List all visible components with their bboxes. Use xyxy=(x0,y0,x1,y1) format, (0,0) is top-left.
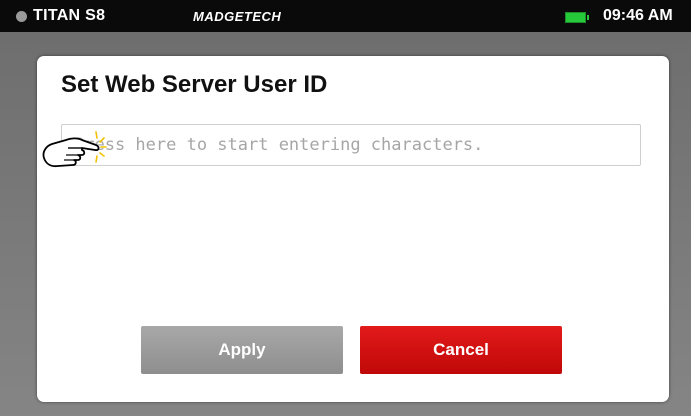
dialog-title: Set Web Server User ID xyxy=(61,71,328,98)
pointing-hand-icon xyxy=(42,131,107,168)
cancel-button[interactable]: Cancel xyxy=(360,326,562,374)
cancel-button-label: Cancel xyxy=(433,340,489,359)
clock: 09:46 AM xyxy=(603,7,673,24)
apply-button[interactable]: Apply xyxy=(141,326,343,374)
battery-icon xyxy=(565,12,589,23)
status-bar: TITAN S8 MADGETECH 09:46 AM xyxy=(0,0,691,32)
brand-logo: MADGETECH xyxy=(193,9,282,24)
status-dot-icon xyxy=(16,11,27,22)
user-id-input[interactable] xyxy=(61,124,641,166)
device-name: TITAN S8 xyxy=(33,7,106,24)
apply-button-label: Apply xyxy=(218,340,266,359)
user-id-dialog: Set Web Server User ID Apply Cancel xyxy=(37,56,669,402)
